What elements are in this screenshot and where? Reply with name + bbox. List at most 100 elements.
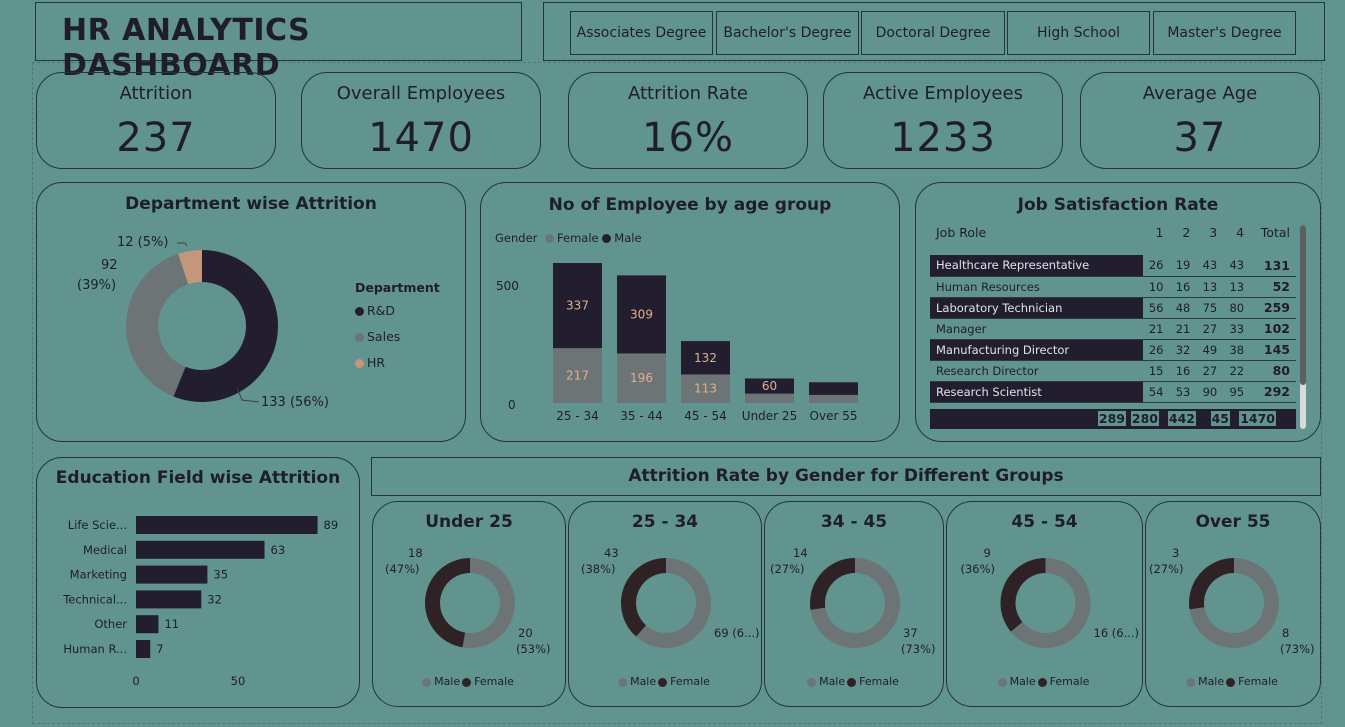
legend-item-female[interactable]: Female bbox=[658, 675, 712, 688]
x-tick-label: 45 - 54 bbox=[684, 409, 727, 423]
label-female-value: 43 bbox=[604, 546, 619, 560]
donut-slice-female[interactable] bbox=[1189, 558, 1234, 610]
label-sales-value: 92 bbox=[101, 258, 118, 273]
legend-title: Department bbox=[355, 280, 440, 295]
table-total-row: 289 280 442 45 1470 bbox=[930, 409, 1296, 429]
job-satisfaction-panel: Job Satisfaction Rate Job Role 1 2 3 4 Total H… bbox=[915, 182, 1321, 442]
label-female-percent: (38%) bbox=[581, 562, 616, 576]
donut-slice-sales[interactable] bbox=[126, 253, 189, 397]
slicer-doctoral-degree[interactable]: Doctoral Degree bbox=[861, 11, 1005, 55]
legend-item-hr[interactable]: HR bbox=[355, 355, 385, 370]
category-label: Life Scie... bbox=[68, 518, 127, 532]
donut-slice-male[interactable] bbox=[462, 558, 515, 648]
table-row[interactable]: Manager 21 21 27 33 102 bbox=[930, 318, 1296, 339]
legend-item-sales[interactable]: Sales bbox=[355, 329, 400, 344]
bar[interactable] bbox=[136, 615, 159, 634]
legend-item-rd[interactable]: R&D bbox=[355, 303, 395, 318]
bar[interactable] bbox=[136, 640, 151, 658]
table-scrollbar[interactable] bbox=[1300, 225, 1306, 429]
kpi-attrition-rate: Attrition Rate 16% bbox=[568, 72, 808, 169]
legend-item-male[interactable]: Male bbox=[422, 675, 462, 688]
department-donut-chart[interactable] bbox=[37, 183, 467, 443]
legend-dot bbox=[658, 677, 668, 687]
title-panel: HR ANALYTICS DASHBOARD bbox=[35, 2, 522, 83]
bar-male[interactable] bbox=[809, 382, 858, 395]
label-female-value: 18 bbox=[408, 546, 423, 560]
table-row[interactable]: Manufacturing Director 26 32 49 38 145 bbox=[930, 339, 1296, 360]
table-row[interactable]: Laboratory Technician 56 48 75 80 259 bbox=[930, 297, 1296, 318]
donut-slice-female[interactable] bbox=[1000, 558, 1046, 632]
kpi-attrition: Attrition 237 bbox=[36, 72, 276, 169]
gender-donut-panel: 34 - 45 14 (27%) 37 (73%) Male Female bbox=[764, 501, 944, 707]
value-cell: 15 bbox=[1148, 363, 1164, 378]
donut-slice-female[interactable] bbox=[425, 558, 470, 648]
bar[interactable] bbox=[136, 540, 265, 559]
table-row[interactable]: Healthcare Representative 26 19 43 43 131 bbox=[930, 255, 1296, 276]
legend-item-female[interactable]: Female bbox=[462, 675, 516, 688]
data-label: 32 bbox=[207, 592, 222, 606]
legend-label: Male bbox=[819, 675, 846, 688]
legend-dot bbox=[355, 333, 364, 342]
legend-label: Male bbox=[630, 675, 657, 688]
value-cell: 102 bbox=[1263, 321, 1290, 336]
legend-item-male[interactable]: Male bbox=[807, 675, 847, 688]
slicer-high-school[interactable]: High School bbox=[1007, 11, 1150, 55]
bar-female[interactable] bbox=[809, 394, 858, 403]
table-header-row: Job Role 1 2 3 4 Total bbox=[930, 225, 1296, 255]
kpi-value: 1470 bbox=[368, 115, 474, 161]
job-role-cell: Healthcare Representative bbox=[930, 255, 1143, 276]
legend-label: Female bbox=[859, 675, 899, 688]
donut-slice-female[interactable] bbox=[621, 558, 666, 637]
slicer-associates-degree[interactable]: Associates Degree bbox=[570, 11, 713, 55]
column-header[interactable]: 4 bbox=[1223, 225, 1250, 255]
legend-item-male[interactable]: Male bbox=[1186, 675, 1226, 688]
donut-slice-female[interactable] bbox=[810, 558, 855, 610]
value-cell: 259 bbox=[1263, 300, 1290, 315]
education-bar-chart[interactable]: Life Scie... 89 Medical 63 Marketing 35 Techni… bbox=[37, 458, 361, 709]
column-header[interactable]: 3 bbox=[1196, 225, 1223, 255]
value-cell: 54 bbox=[1148, 384, 1164, 399]
label-male-value: 69 (6...) bbox=[714, 626, 760, 640]
bar-female[interactable] bbox=[745, 393, 794, 403]
bar[interactable] bbox=[136, 590, 202, 609]
gender-groups-header: Attrition Rate by Gender for Different G… bbox=[371, 457, 1321, 496]
legend-item-female[interactable]: Female bbox=[1037, 675, 1092, 688]
value-cell: 53 bbox=[1175, 384, 1191, 399]
job-satisfaction-table[interactable]: Job Role 1 2 3 4 Total Healthcare Representati… bbox=[930, 225, 1296, 405]
job-role-cell: Human Resources bbox=[936, 279, 1040, 294]
legend-item-male[interactable]: Male bbox=[997, 675, 1038, 688]
value-cell: 90 bbox=[1202, 384, 1218, 399]
legend-item-female[interactable]: Female bbox=[847, 675, 901, 688]
table-row[interactable]: Research Scientist 54 53 90 95 292 bbox=[930, 381, 1296, 402]
data-label: 132 bbox=[694, 351, 717, 365]
table-row[interactable]: Human Resources 10 16 13 13 52 bbox=[930, 276, 1296, 297]
legend-item-female[interactable]: Female bbox=[1226, 675, 1280, 688]
column-header[interactable]: Total bbox=[1250, 225, 1296, 255]
category-label: Marketing bbox=[70, 568, 127, 582]
job-role-cell: Manufacturing Director bbox=[930, 339, 1143, 360]
legend-item-male[interactable]: Male bbox=[618, 675, 658, 688]
gender-donut-panel: 45 - 54 9 (36%) 16 (6...) Male Female bbox=[946, 501, 1143, 707]
column-header[interactable]: 1 bbox=[1143, 225, 1170, 255]
column-header[interactable]: Job Role bbox=[930, 225, 1143, 255]
label-female-value: 14 bbox=[793, 546, 808, 560]
x-tick-label: 25 - 34 bbox=[556, 409, 599, 423]
scrollbar-thumb[interactable] bbox=[1300, 225, 1306, 385]
value-cell: 21 bbox=[1175, 321, 1191, 336]
age-bar-chart[interactable]: 217 337 25 - 34 196 309 35 - 44 113 132 45 - 54 6… bbox=[481, 183, 901, 443]
education-field-panel: Education Field wise Attrition Life Scie… bbox=[36, 457, 360, 708]
bar[interactable] bbox=[136, 516, 318, 534]
value-cell: 10 bbox=[1148, 279, 1164, 294]
table-row[interactable]: Research Director 15 16 27 22 80 bbox=[930, 360, 1296, 381]
bar[interactable] bbox=[136, 565, 208, 584]
category-label: Other bbox=[94, 617, 127, 631]
slicer-bachelors-degree[interactable]: Bachelor's Degree bbox=[716, 11, 859, 55]
data-label: 196 bbox=[630, 371, 653, 385]
data-label: 35 bbox=[213, 568, 228, 582]
label-male-value: 16 (6...) bbox=[1093, 626, 1140, 640]
job-role-cell: Research Director bbox=[936, 363, 1039, 378]
legend-dot bbox=[1186, 677, 1196, 687]
slicer-masters-degree[interactable]: Master's Degree bbox=[1153, 11, 1296, 55]
column-header[interactable]: 2 bbox=[1169, 225, 1196, 255]
label-female-percent: (27%) bbox=[1149, 562, 1184, 576]
